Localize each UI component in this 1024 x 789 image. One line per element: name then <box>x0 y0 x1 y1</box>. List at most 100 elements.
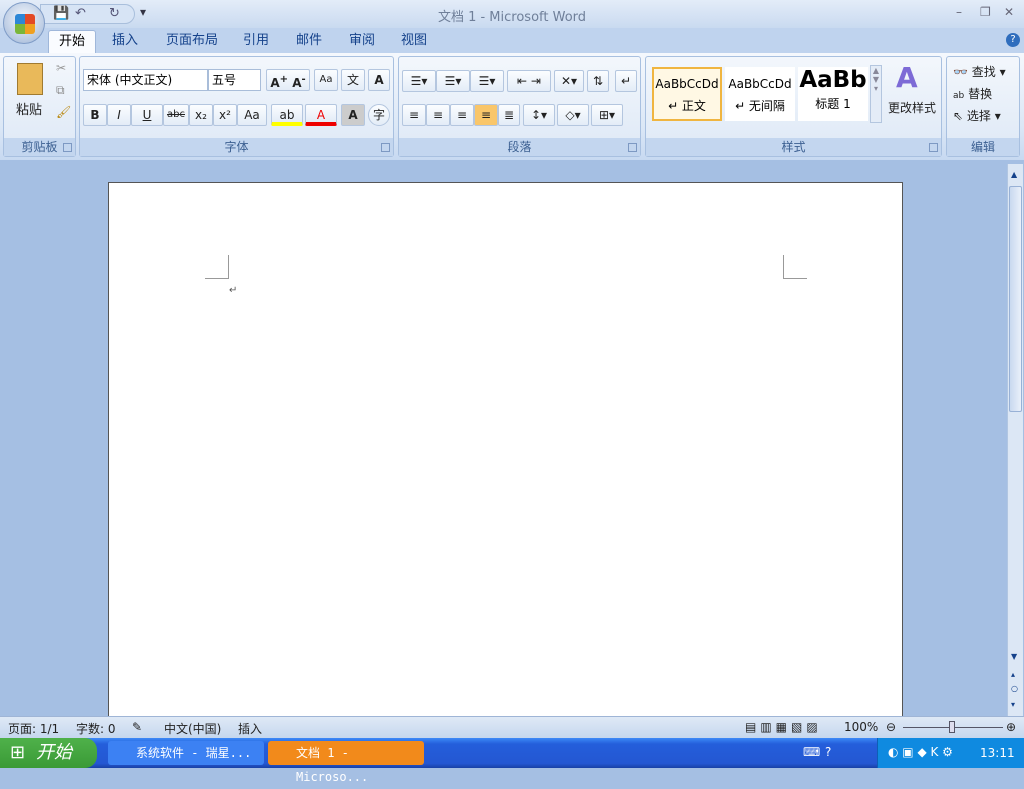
tab-references[interactable]: 引用 <box>233 30 279 54</box>
style-name: ↵ 正文 <box>668 99 706 113</box>
redo-icon[interactable]: ↻ <box>109 6 120 21</box>
word-count[interactable]: 字数: 0 <box>76 720 116 737</box>
style-normal[interactable]: AaBbCcDd ↵ 正文 <box>652 67 722 121</box>
clear-formatting-button[interactable]: Aa <box>314 69 338 91</box>
styles-launcher[interactable] <box>929 143 938 152</box>
taskbar-item-rising[interactable]: 系统软件 - 瑞星... <box>108 741 264 765</box>
keyboard-icon[interactable]: ⌨ <box>803 745 820 759</box>
change-case-button[interactable]: Aa <box>237 104 267 126</box>
undo-icon[interactable]: ↶ <box>75 6 86 21</box>
tab-home[interactable]: 开始 <box>48 30 97 54</box>
help-tray-icon[interactable]: ? <box>825 745 831 759</box>
vertical-scrollbar[interactable]: ▲ ▼ ▴ ○ ▾ <box>1007 164 1023 716</box>
binoculars-icon: 👓 <box>953 65 968 79</box>
change-styles-icon[interactable]: A <box>896 61 918 94</box>
zoom-level[interactable]: 100% <box>844 720 878 734</box>
justify-button[interactable]: ≡ <box>474 104 498 126</box>
highlight-button[interactable]: ab <box>271 104 303 126</box>
align-left-button[interactable]: ≡ <box>402 104 426 126</box>
enclose-characters-button[interactable]: 字 <box>368 104 390 126</box>
change-styles-button[interactable]: 更改样式 <box>888 99 936 116</box>
styles-scroll[interactable]: ▲ ▼ ▾ <box>870 65 882 123</box>
customize-qat-icon[interactable]: ▾ <box>140 5 146 19</box>
office-button[interactable] <box>3 2 45 44</box>
next-page-icon[interactable]: ▾ <box>1011 700 1015 709</box>
zoom-out-icon[interactable]: ⊖ <box>886 720 896 734</box>
shading-button[interactable]: ◇▾ <box>557 104 589 126</box>
restore-button[interactable]: ❐ <box>980 5 991 19</box>
proofing-icon[interactable]: ✎ <box>132 720 142 734</box>
phonetic-guide-button[interactable]: 文 <box>341 69 365 91</box>
align-right-button[interactable]: ≡ <box>450 104 474 126</box>
replace-label: 替换 <box>968 87 993 101</box>
font-name-select[interactable]: 宋体 (中文正文) <box>83 69 208 91</box>
tab-insert[interactable]: 插入 <box>102 30 148 54</box>
help-icon[interactable]: ? <box>1006 33 1020 47</box>
style-preview: AaBb <box>799 67 867 93</box>
sort-button[interactable]: ⇅ <box>587 70 609 92</box>
style-preview: AaBbCcDd <box>728 77 792 91</box>
numbering-button[interactable]: ☰▾ <box>436 70 470 92</box>
clipboard-launcher[interactable] <box>63 143 72 152</box>
font-launcher[interactable] <box>381 143 390 152</box>
superscript-button[interactable]: x² <box>213 104 237 126</box>
bullets-button[interactable]: ☰▾ <box>402 70 436 92</box>
insert-mode-status[interactable]: 插入 <box>238 720 262 737</box>
font-size-select[interactable]: 五号 <box>208 69 261 91</box>
scroll-thumb[interactable] <box>1009 186 1022 412</box>
tray-icons[interactable]: ◐ ▣ ◆ K ⚙ <box>888 745 953 759</box>
line-spacing-button[interactable]: ↕▾ <box>523 104 555 126</box>
character-shading-button[interactable]: A <box>341 104 365 126</box>
replace-button[interactable]: ab 替换 <box>953 85 992 102</box>
paragraph-label: 段落 <box>399 138 640 156</box>
strikethrough-button[interactable]: abc <box>163 104 189 126</box>
close-button[interactable]: ✕ <box>1004 5 1014 19</box>
find-button[interactable]: 👓 查找 ▾ <box>953 63 1006 80</box>
language-status[interactable]: 中文(中国) <box>164 720 221 737</box>
window-title: 文档 1 - Microsoft Word <box>437 10 587 25</box>
page-count[interactable]: 页面: 1/1 <box>8 720 59 737</box>
editing-label: 编辑 <box>947 138 1019 156</box>
chinese-layout-button[interactable]: ✕▾ <box>554 70 584 92</box>
tab-page-layout[interactable]: 页面布局 <box>156 30 228 54</box>
system-tray: ◐ ▣ ◆ K ⚙ 13:11 <box>877 738 1024 768</box>
browse-object-icon[interactable]: ○ <box>1011 684 1018 693</box>
style-heading-1[interactable]: AaBb 标题 1 <box>798 67 868 121</box>
show-marks-button[interactable]: ↵ <box>615 70 637 92</box>
distributed-button[interactable]: ≣ <box>498 104 520 126</box>
copy-icon[interactable]: ⧉ <box>56 83 65 98</box>
scroll-up-icon[interactable]: ▲ <box>1011 170 1017 179</box>
font-color-button[interactable]: A <box>305 104 337 126</box>
tab-mailings[interactable]: 邮件 <box>286 30 332 54</box>
multilevel-list-button[interactable]: ☰▾ <box>470 70 504 92</box>
minimize-button[interactable]: – <box>956 5 962 19</box>
underline-button[interactable]: U <box>131 104 163 126</box>
tab-review[interactable]: 审阅 <box>339 30 385 54</box>
start-button[interactable]: ⊞ 开始 <box>0 738 97 768</box>
document-page[interactable]: ↵ <box>108 182 903 742</box>
select-button[interactable]: ⇖ 选择 ▾ <box>953 107 1001 124</box>
indent-buttons[interactable]: ⇤ ⇥ <box>507 70 551 92</box>
tab-view[interactable]: 视图 <box>391 30 437 54</box>
italic-button[interactable]: I <box>107 104 131 126</box>
paste-button[interactable]: 粘贴 <box>16 99 42 118</box>
paste-icon[interactable] <box>17 63 43 95</box>
style-no-spacing[interactable]: AaBbCcDd ↵ 无间隔 <box>725 67 795 121</box>
bold-button[interactable]: B <box>83 104 107 126</box>
paragraph-launcher[interactable] <box>628 143 637 152</box>
zoom-in-icon[interactable]: ⊕ <box>1006 720 1016 734</box>
cut-icon[interactable]: ✂ <box>56 61 66 75</box>
zoom-slider-thumb[interactable] <box>949 721 955 733</box>
align-center-button[interactable]: ≡ <box>426 104 450 126</box>
editing-group: 👓 查找 ▾ ab 替换 ⇖ 选择 ▾ 编辑 <box>946 56 1020 157</box>
taskbar-item-word[interactable]: 文档 1 - Microso... <box>268 741 424 784</box>
scroll-down-icon[interactable]: ▼ <box>1011 652 1017 661</box>
grow-shrink-font-buttons[interactable]: A+ A- <box>266 69 310 91</box>
view-buttons[interactable]: ▤▥▦▧▨ <box>745 720 822 734</box>
borders-button[interactable]: ⊞▾ <box>591 104 623 126</box>
subscript-button[interactable]: x₂ <box>189 104 213 126</box>
previous-page-icon[interactable]: ▴ <box>1011 670 1015 679</box>
character-border-button[interactable]: A <box>368 69 390 91</box>
save-icon[interactable]: 💾 <box>53 6 69 21</box>
format-painter-icon[interactable]: 🖌 <box>56 105 71 119</box>
